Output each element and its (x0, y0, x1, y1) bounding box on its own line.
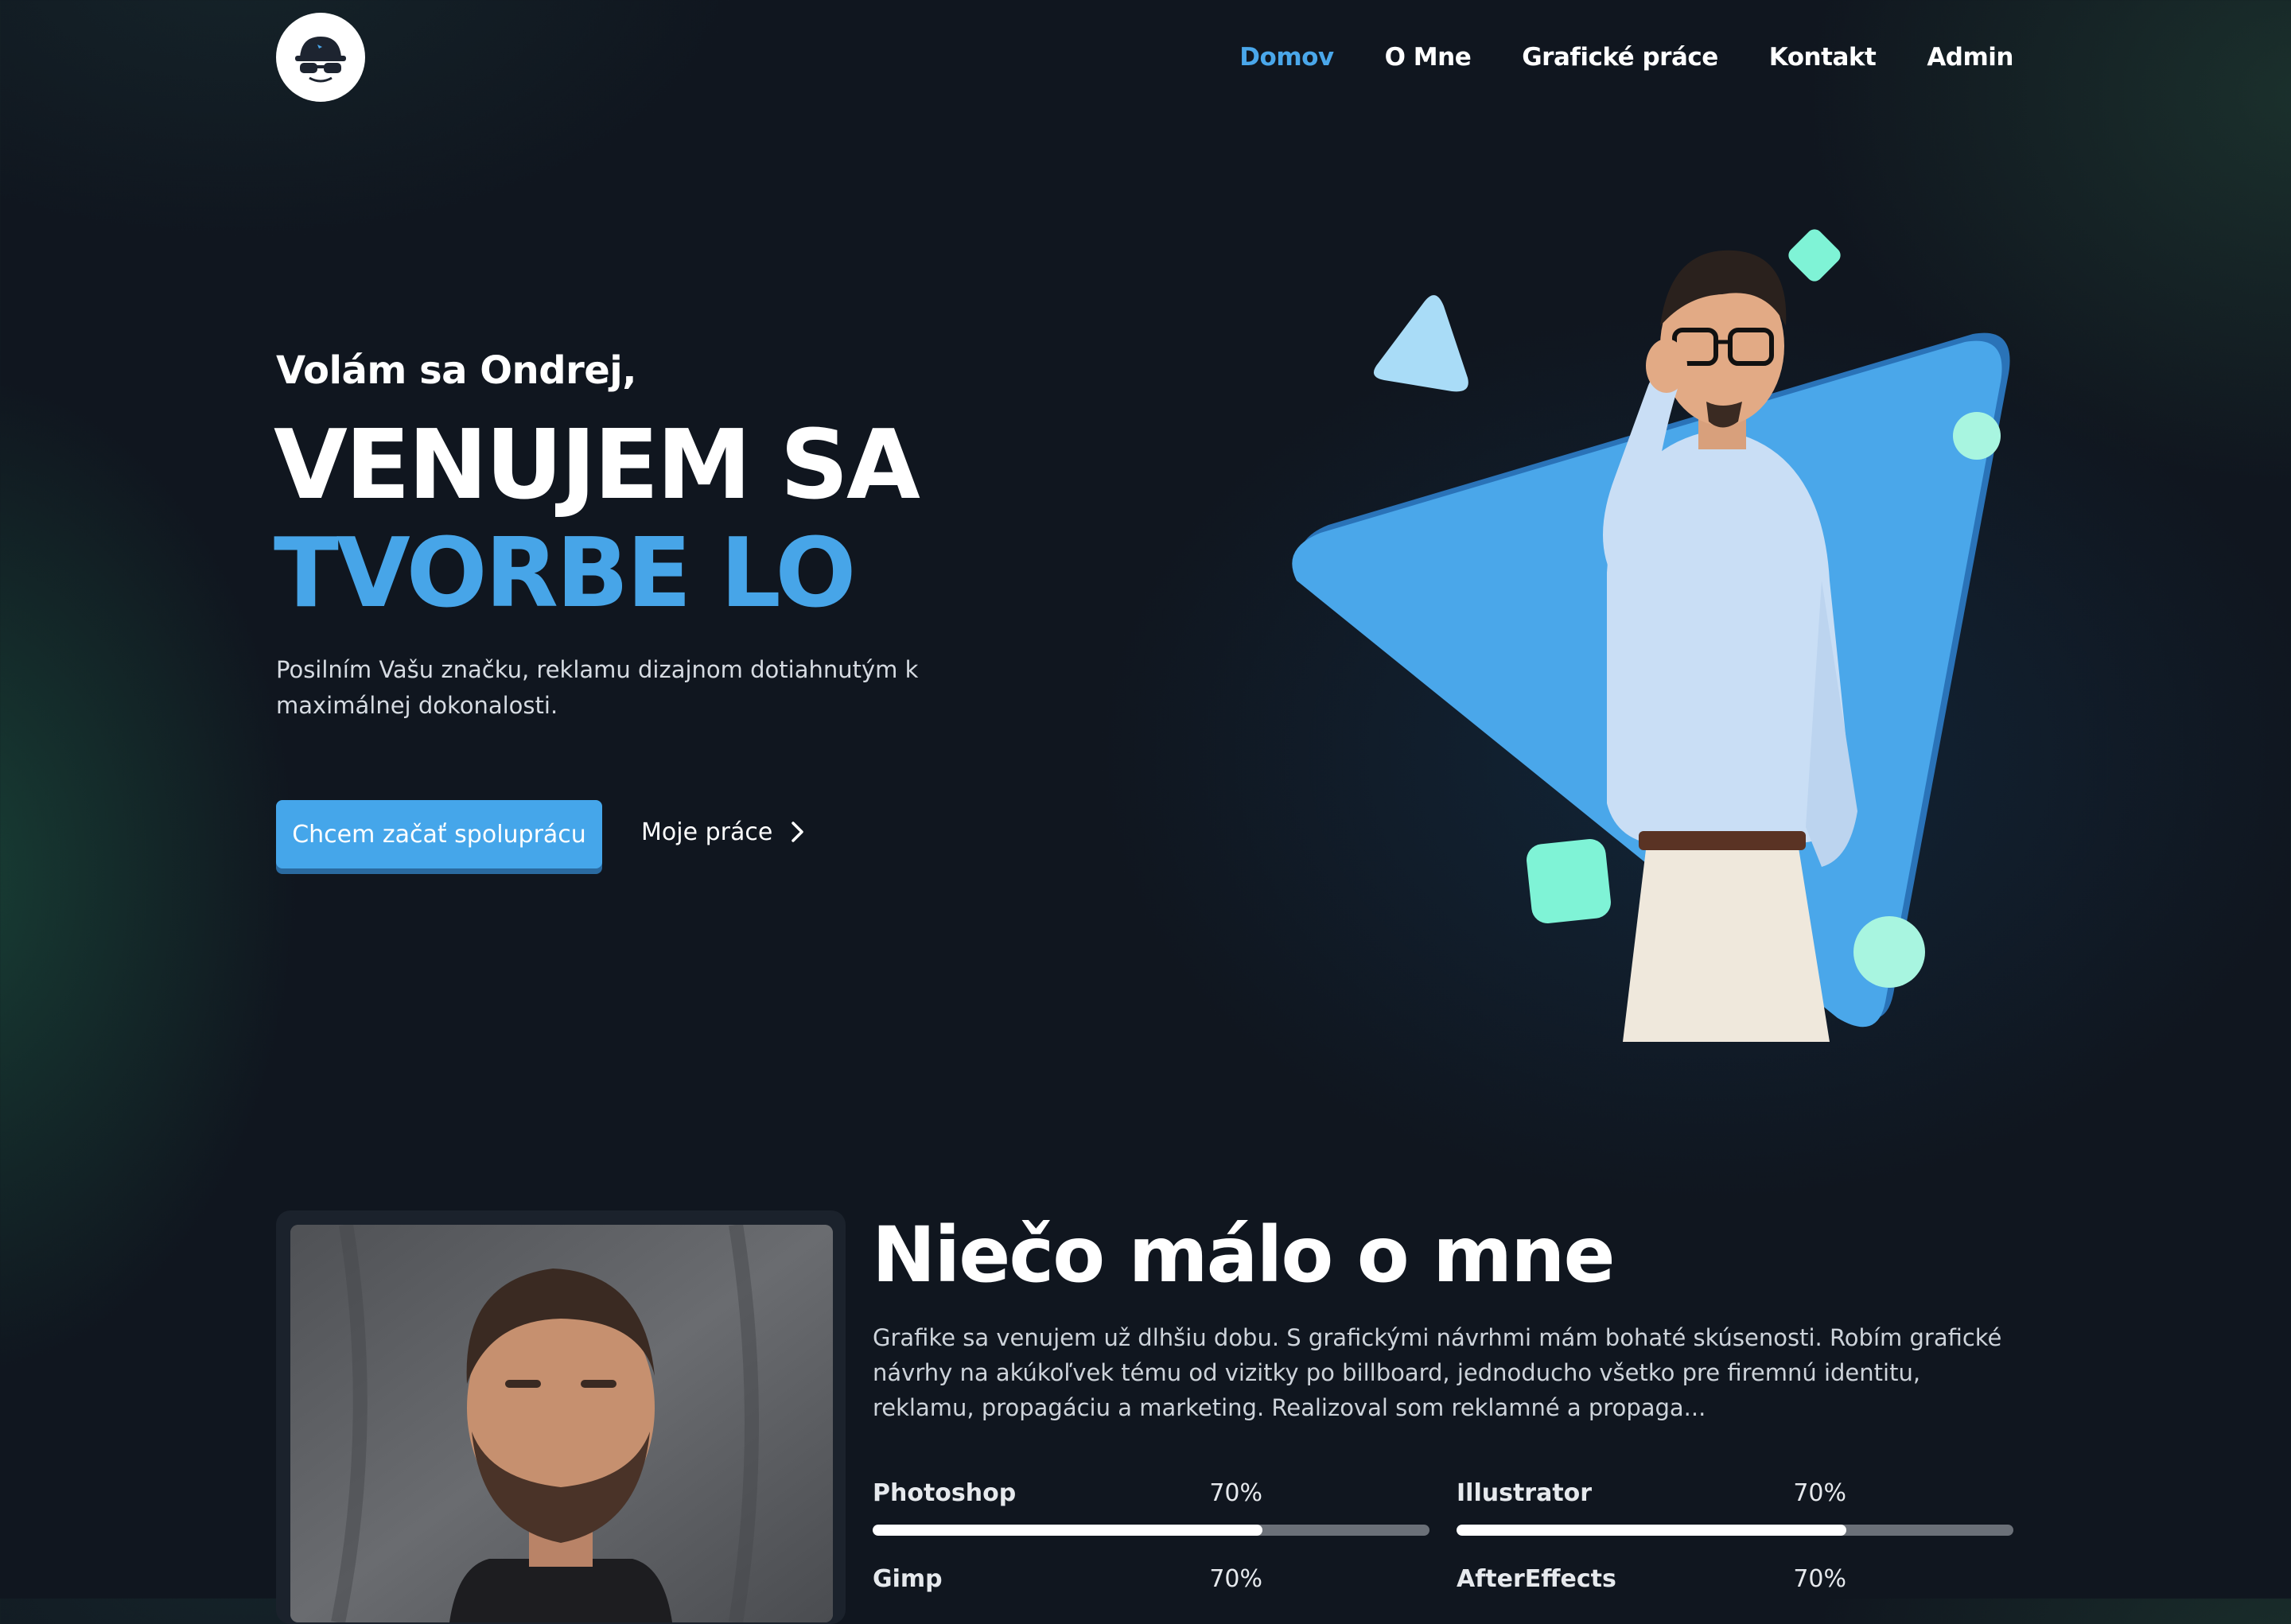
my-work-label: Moje práce (641, 818, 773, 846)
hero-description: Posilním Vašu značku, reklamu dizajnom d… (276, 656, 919, 719)
skill-photoshop: Photoshop 70% (873, 1479, 1429, 1536)
nav-item-graficke-prace[interactable]: Grafické práce (1522, 43, 1718, 72)
portrait-image (290, 1225, 833, 1622)
skill-name: AfterEffects (1457, 1565, 1616, 1593)
start-cooperation-button[interactable]: Chcem začať spoluprácu (276, 800, 602, 868)
skill-bar (873, 1525, 1429, 1536)
about-title: Niečo málo o mne (872, 1210, 1616, 1300)
mint-circle-bottom-shape (1853, 916, 1925, 988)
skill-percent: 70% (1209, 1565, 1262, 1593)
mint-square-shape (1527, 839, 1611, 923)
hero-illustration (1292, 229, 2010, 1042)
hero-headline-line1: VENUJEM SA (274, 410, 920, 521)
nav-item-o-mne[interactable]: O Mne (1385, 43, 1472, 72)
skill-illustrator: Illustrator 70% (1457, 1479, 2013, 1536)
hero-headline-line2: TVORBE LO (274, 519, 856, 629)
mint-diamond-shape (1788, 229, 1841, 282)
skill-name: Gimp (873, 1565, 943, 1593)
small-triangle-shape (1373, 295, 1468, 392)
nav-item-admin[interactable]: Admin (1927, 43, 2013, 72)
nav-item-kontakt[interactable]: Kontakt (1769, 43, 1877, 72)
nav-item-domov[interactable]: Domov (1239, 43, 1334, 72)
my-work-link[interactable]: Moje práce (641, 814, 806, 849)
skill-bar (1457, 1525, 2013, 1536)
logo-icon (295, 37, 346, 83)
skill-aftereffects: AfterEffects 70% (1457, 1565, 2013, 1593)
skill-name: Illustrator (1457, 1479, 1593, 1507)
skill-percent: 70% (1793, 1479, 1846, 1507)
skill-bar-fill (1457, 1525, 1846, 1536)
skill-percent: 70% (1793, 1565, 1846, 1593)
hero-greeting: Volám sa Ondrej, (276, 348, 637, 393)
skill-bar-fill (873, 1525, 1262, 1536)
main-nav: Domov O Mne Grafické práce Kontakt Admin (1239, 40, 2013, 75)
skill-gimp: Gimp 70% (873, 1565, 1429, 1593)
site-logo[interactable] (276, 13, 365, 102)
about-photo (290, 1225, 833, 1622)
mint-circle-shape (1953, 412, 2001, 460)
start-cooperation-label: Chcem začať spoluprácu (292, 820, 586, 849)
chevron-right-icon (792, 822, 804, 842)
skill-percent: 70% (1209, 1479, 1262, 1507)
skill-name: Photoshop (873, 1479, 1017, 1507)
about-text: Grafike sa venujem už dlhšiu dobu. S gra… (873, 1324, 2002, 1421)
